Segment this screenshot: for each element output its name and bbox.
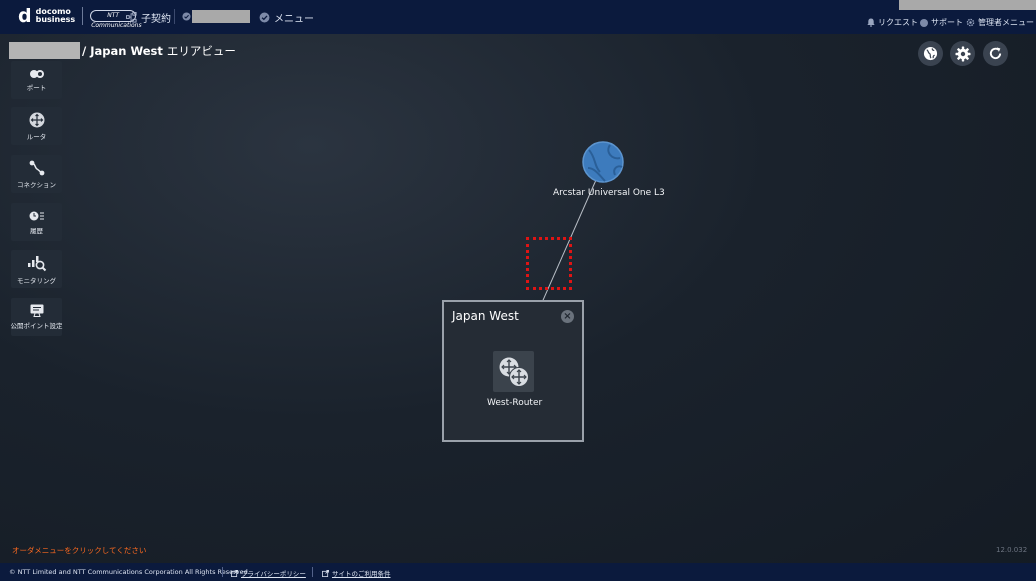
- footer: © NTT Limited and NTT Communications Cor…: [0, 563, 1036, 581]
- close-icon[interactable]: ×: [561, 310, 574, 323]
- app-root: d docomo business NTT Communications 子契約: [0, 0, 1036, 581]
- area-title: Japan West: [452, 309, 519, 323]
- terms-of-use-link[interactable]: サイトのご利用条件: [322, 568, 391, 578]
- privacy-policy-link[interactable]: プライバシーポリシー: [231, 568, 306, 578]
- external-link-icon: [322, 569, 329, 577]
- internet-node-label: Arcstar Universal One L3: [553, 188, 665, 198]
- topology-canvas: [513, 141, 624, 367]
- footer-divider: [222, 567, 223, 577]
- router-label: West-Router: [487, 398, 543, 408]
- privacy-link-label: プライバシーポリシー: [241, 570, 306, 578]
- highlight-target-box: [526, 237, 572, 290]
- terms-link-label: サイトのご利用条件: [332, 570, 391, 578]
- version-label: 12.0.032: [996, 546, 1028, 554]
- internet-globe-icon[interactable]: [582, 141, 624, 183]
- order-message: オーダメニューをクリックしてください: [12, 546, 147, 555]
- footer-divider: [312, 567, 313, 577]
- router-icon: [499, 357, 529, 387]
- area-japan-west[interactable]: Japan West × West-Router: [442, 300, 584, 442]
- router-node[interactable]: [493, 351, 534, 392]
- external-link-icon: [231, 569, 238, 577]
- copyright-text: © NTT Limited and NTT Communications Cor…: [9, 568, 250, 576]
